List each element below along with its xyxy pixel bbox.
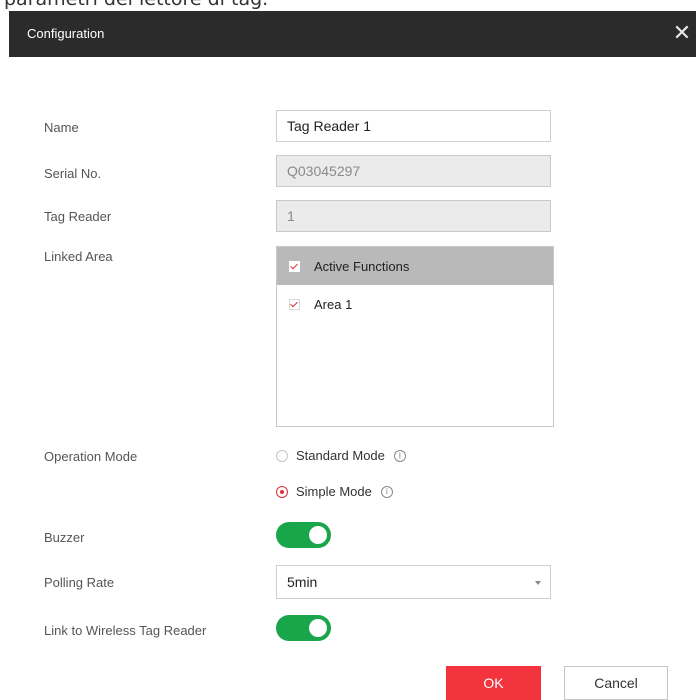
area-item-label: Area 1 (314, 296, 353, 312)
serial-label: Serial No. (44, 166, 102, 181)
simple-mode-option[interactable]: Simple Mode i (276, 484, 393, 499)
chevron-down-icon (535, 581, 541, 585)
serial-input (276, 155, 551, 187)
standard-mode-label: Standard Mode (296, 448, 385, 463)
dialog-titlebar: Configuration ✕ (9, 11, 696, 57)
checkbox-checked-icon[interactable] (289, 260, 300, 272)
area-select-all[interactable]: Active Functions (277, 247, 553, 285)
link-wireless-label: Link to Wireless Tag Reader (44, 623, 207, 638)
linked-area-label: Linked Area (44, 249, 113, 264)
link-wireless-toggle[interactable] (276, 615, 331, 641)
cropped-caption: parametri del lettore di tag. (0, 0, 696, 11)
checkbox-checked-icon[interactable] (289, 298, 300, 310)
simple-mode-label: Simple Mode (296, 484, 372, 499)
area-item-area-1[interactable]: Area 1 (277, 285, 553, 323)
ok-button[interactable]: OK (446, 666, 541, 700)
buzzer-label: Buzzer (44, 530, 85, 545)
close-icon[interactable]: ✕ (670, 21, 694, 45)
radio-selected-icon[interactable] (276, 485, 288, 498)
tag-reader-label: Tag Reader (44, 209, 112, 224)
radio-icon[interactable] (276, 449, 288, 462)
buzzer-toggle[interactable] (276, 522, 331, 548)
polling-rate-label: Polling Rate (44, 575, 115, 590)
name-label: Name (44, 120, 79, 135)
tag-reader-input (276, 200, 551, 232)
polling-rate-value: 5min (287, 574, 318, 590)
polling-rate-select[interactable]: 5min (276, 565, 551, 599)
area-item-label: Active Functions (314, 258, 410, 274)
toggle-knob (309, 619, 327, 637)
caption-text: parametri del lettore di tag. (4, 0, 268, 10)
info-icon[interactable]: i (380, 485, 393, 498)
info-icon[interactable]: i (393, 449, 406, 462)
standard-mode-option[interactable]: Standard Mode i (276, 448, 406, 463)
name-input[interactable] (276, 110, 551, 142)
dialog-title: Configuration (27, 26, 105, 41)
operation-mode-label: Operation Mode (44, 449, 138, 464)
cancel-button[interactable]: Cancel (564, 666, 668, 700)
toggle-knob (309, 526, 327, 544)
linked-area-list: Active Functions Area 1 (276, 246, 554, 427)
